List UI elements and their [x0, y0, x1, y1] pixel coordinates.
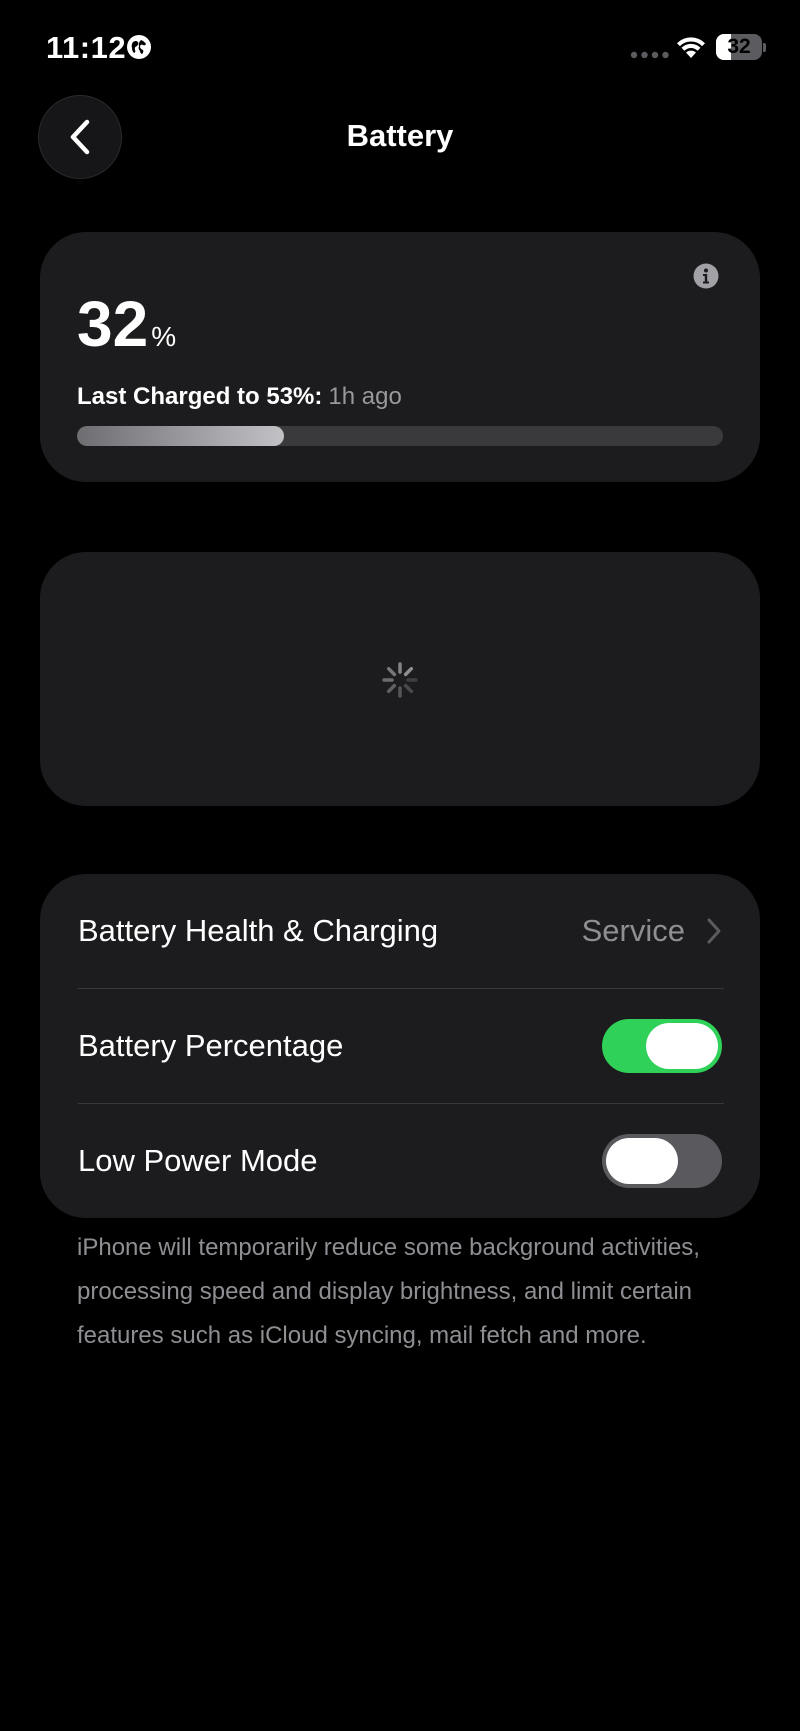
- battery-percentage-value: 32%: [77, 284, 176, 377]
- battery-health-row[interactable]: Battery Health & Charging Service: [40, 874, 760, 988]
- spinner-spoke: [386, 666, 397, 677]
- signal-dots-icon: [630, 51, 669, 59]
- spinner-spoke: [403, 683, 414, 694]
- battery-percentage-toggle[interactable]: [602, 1019, 722, 1073]
- toggle-knob: [606, 1138, 678, 1184]
- low-power-mode-row: Low Power Mode: [40, 1104, 760, 1218]
- spinner-icon: [382, 662, 418, 698]
- low-power-mode-label: Low Power Mode: [78, 1143, 318, 1178]
- page-title: Battery: [346, 118, 454, 153]
- low-power-mode-footnote: iPhone will temporarily reduce some back…: [77, 1234, 700, 1349]
- toggle-knob: [646, 1023, 718, 1069]
- status-bar: 11:12 32: [0, 0, 800, 96]
- battery-text: 32: [727, 35, 751, 58]
- globe-icon: [127, 35, 151, 59]
- battery-level-bar-fill: [77, 426, 284, 446]
- status-time: 11:12: [46, 30, 127, 65]
- battery-health-value: Service: [581, 913, 685, 948]
- battery-settings-list: Battery Health & Charging Service Batter…: [40, 874, 760, 1218]
- battery-percentage-label: Battery Percentage: [78, 1028, 344, 1063]
- wifi-icon: [677, 37, 705, 58]
- battery-health-label: Battery Health & Charging: [78, 913, 439, 948]
- battery-percentage-number: 32: [77, 288, 149, 360]
- last-charged-label: Last Charged to 53%:: [77, 383, 323, 410]
- battery-percentage-unit: %: [151, 321, 177, 352]
- battery-level-card: 32% Last Charged to 53%: 1h ago: [40, 232, 760, 482]
- spinner-spoke: [386, 683, 397, 694]
- last-charged-time: 1h ago: [328, 383, 402, 410]
- chevron-right-icon: [707, 918, 721, 944]
- battery-level-bar: [77, 426, 723, 446]
- info-icon[interactable]: [692, 262, 720, 290]
- spinner-spoke: [403, 666, 414, 677]
- battery-icon: 32: [716, 34, 766, 60]
- battery-percentage-row: Battery Percentage: [40, 989, 760, 1103]
- low-power-mode-toggle[interactable]: [602, 1134, 722, 1188]
- last-charged: Last Charged to 53%: 1h ago: [77, 380, 402, 414]
